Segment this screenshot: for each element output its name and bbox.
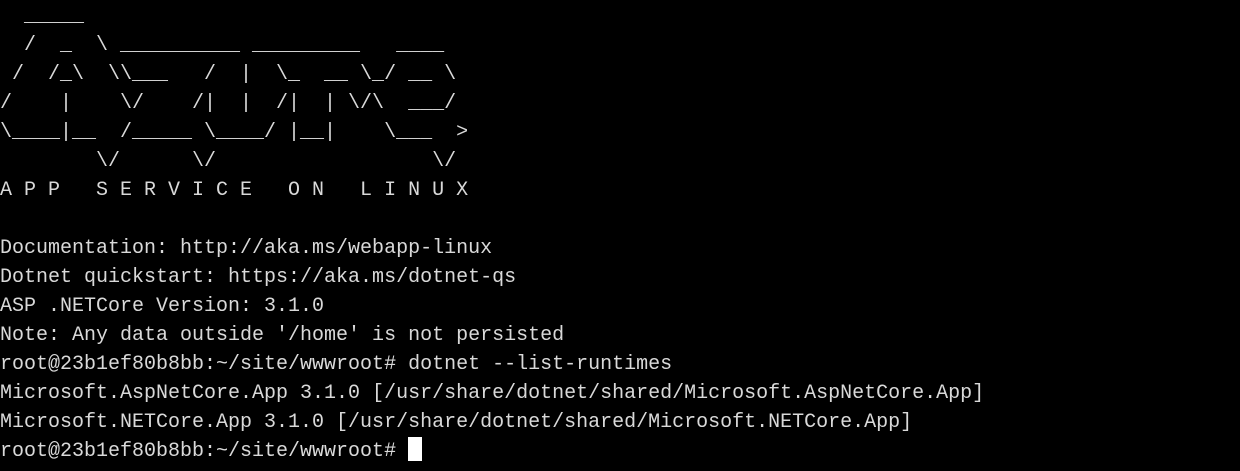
command-prompt: root@23b1ef80b8bb:~/site/wwwroot#	[0, 353, 409, 376]
banner-line: _____	[0, 5, 85, 28]
command-line: root@23b1ef80b8bb:~/site/wwwroot# dotnet…	[0, 350, 1240, 379]
command-output: Microsoft.AspNetCore.App 3.1.0 [/usr/sha…	[0, 379, 1240, 437]
info-version: ASP .NETCore Version: 3.1.0	[0, 295, 325, 318]
banner-line: / _ \ __________ _________ ____	[0, 34, 445, 57]
info-documentation: Documentation: http://aka.ms/webapp-linu…	[0, 237, 493, 260]
info-note: Note: Any data outside '/home' is not pe…	[0, 324, 565, 347]
banner-line: / /_\ \\___ / | \_ __ \_/ __ \	[0, 63, 457, 86]
terminal-window[interactable]: _____ / _ \ __________ _________ ____ / …	[0, 0, 1240, 471]
text-cursor	[408, 437, 423, 461]
command-text: dotnet --list-runtimes	[408, 353, 673, 376]
azure-ascii-banner: _____ / _ \ __________ _________ ____ / …	[0, 2, 1240, 205]
current-prompt: root@23b1ef80b8bb:~/site/wwwroot#	[0, 440, 409, 463]
output-line: Microsoft.AspNetCore.App 3.1.0 [/usr/sha…	[0, 382, 985, 405]
banner-line: / | \/ /| | /| | \/\ ___/	[0, 92, 457, 115]
info-block: Documentation: http://aka.ms/webapp-linu…	[0, 234, 1240, 350]
output-line: Microsoft.NETCore.App 3.1.0 [/usr/share/…	[0, 411, 913, 434]
input-line[interactable]: root@23b1ef80b8bb:~/site/wwwroot#	[0, 437, 1240, 466]
banner-line: \/ \/ \/	[0, 150, 457, 173]
banner-tagline: A P P S E R V I C E O N L I N U X	[0, 179, 469, 202]
info-quickstart: Dotnet quickstart: https://aka.ms/dotnet…	[0, 266, 517, 289]
banner-line: \____|__ /_____ \____/ |__| \___ >	[0, 121, 469, 144]
